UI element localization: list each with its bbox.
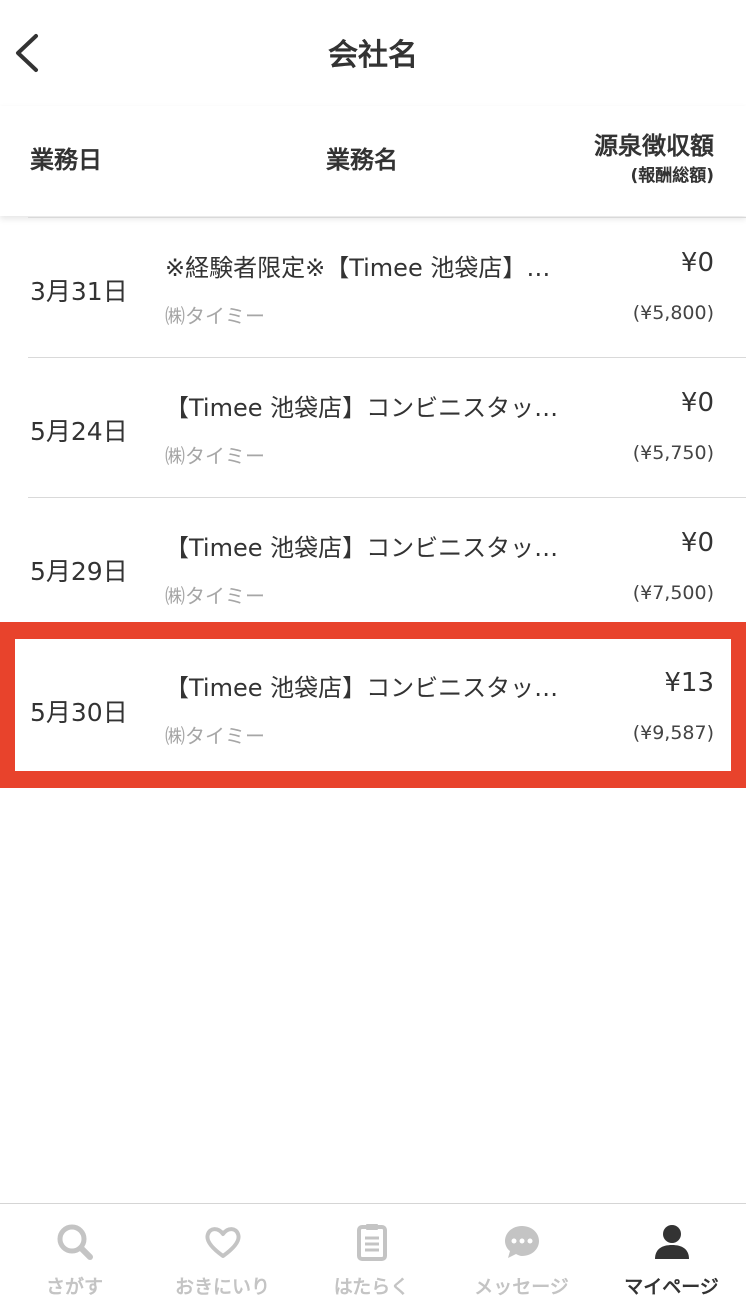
work-date: 5月30日 <box>30 698 128 727</box>
tab-label: さがす <box>45 1276 103 1298</box>
column-date-label: 業務日 <box>30 146 102 174</box>
list-item[interactable]: 3月31日 ※経験者限定※【Timee 池袋店】… ㈱タイミー ¥0 (¥5,8… <box>0 218 746 358</box>
search-icon <box>57 1224 93 1260</box>
gross-amount: (¥5,800) <box>632 302 714 324</box>
tab-bar: さがす おきにいり はたらく メッセージ マイページ <box>0 1203 746 1302</box>
company-name: ㈱タイミー <box>165 304 265 328</box>
page-title: 会社名 <box>328 38 418 73</box>
job-title: 【Timee 池袋店】コンビニスタッ… <box>165 534 559 562</box>
company-name: ㈱タイミー <box>165 444 265 468</box>
tab-label: おきにいり <box>174 1276 270 1298</box>
heart-icon <box>204 1227 241 1258</box>
gross-amount: (¥7,500) <box>632 582 714 604</box>
tab-label: メッセージ <box>474 1276 569 1298</box>
list-item[interactable]: 5月29日 【Timee 池袋店】コンビニスタッ… ㈱タイミー ¥0 (¥7,5… <box>0 498 746 623</box>
tab-label: はたらく <box>333 1276 410 1298</box>
list-item[interactable]: 5月24日 【Timee 池袋店】コンビニスタッ… ㈱タイミー ¥0 (¥5,7… <box>0 358 746 498</box>
navigation-bar: 会社名 <box>0 0 746 106</box>
company-name: ㈱タイミー <box>165 584 265 608</box>
tab-messages[interactable]: メッセージ <box>447 1204 596 1302</box>
tab-label: マイページ <box>624 1276 719 1298</box>
work-date: 5月24日 <box>30 417 128 446</box>
column-amount-label: 源泉徴収額 <box>594 132 714 160</box>
person-icon <box>654 1225 689 1259</box>
tab-search[interactable]: さがす <box>0 1204 149 1302</box>
work-date: 5月29日 <box>30 557 128 586</box>
withholding-amount: ¥13 <box>664 668 714 698</box>
job-title: 【Timee 池袋店】コンビニスタッ… <box>165 394 559 422</box>
column-name-label: 業務名 <box>326 146 398 174</box>
highlighted-list-item[interactable]: 5月30日 【Timee 池袋店】コンビニスタッ… ㈱タイミー ¥13 (¥9,… <box>0 622 746 788</box>
clipboard-icon <box>356 1224 387 1261</box>
column-amount-sub-label: (報酬総額) <box>630 166 714 186</box>
gross-amount: (¥9,587) <box>632 722 714 744</box>
job-title: 【Timee 池袋店】コンビニスタッ… <box>165 674 559 702</box>
withholding-amount: ¥0 <box>680 528 714 558</box>
gross-amount: (¥5,750) <box>632 442 714 464</box>
chat-icon <box>504 1226 539 1258</box>
withholding-amount: ¥0 <box>680 388 714 418</box>
work-date: 3月31日 <box>30 277 128 306</box>
tab-mypage[interactable]: マイページ <box>597 1204 746 1302</box>
job-title: ※経験者限定※【Timee 池袋店】… <box>165 254 551 282</box>
tab-work[interactable]: はたらく <box>297 1204 446 1302</box>
column-header: 業務日 業務名 源泉徴収額 (報酬総額) <box>0 106 746 216</box>
tab-favorites[interactable]: おきにいり <box>148 1204 297 1302</box>
withholding-amount: ¥0 <box>680 248 714 278</box>
screen: 会社名 業務日 業務名 源泉徴収額 (報酬総額) 3月31日 ※経験者限定※【T… <box>0 0 746 1302</box>
company-name: ㈱タイミー <box>165 724 265 748</box>
